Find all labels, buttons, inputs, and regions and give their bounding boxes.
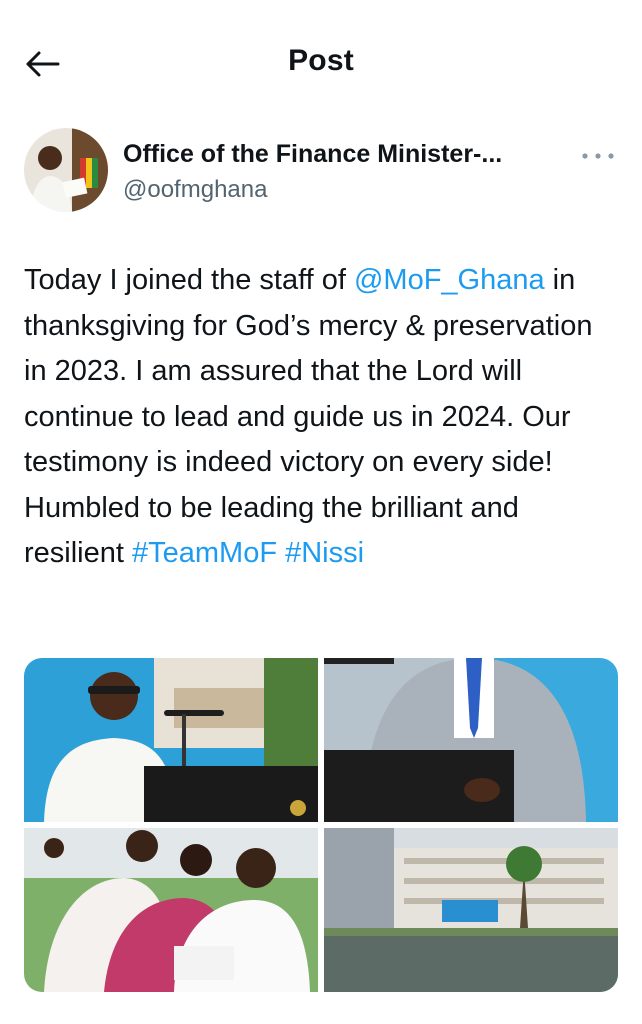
tweet-text: Today I joined the staff of @MoF_Ghana i… bbox=[24, 258, 618, 577]
more-button[interactable] bbox=[578, 144, 618, 168]
tweet-text-space bbox=[277, 537, 285, 569]
media-photo-4[interactable] bbox=[324, 828, 618, 992]
media-photo-2[interactable] bbox=[324, 658, 618, 822]
avatar[interactable] bbox=[24, 128, 108, 212]
hashtag-link[interactable]: #TeamMoF bbox=[132, 537, 277, 569]
tweet-text-part: Today I joined the staff of bbox=[24, 264, 354, 296]
mention-link[interactable]: @MoF_Ghana bbox=[354, 264, 545, 296]
media-photo-1[interactable] bbox=[24, 658, 318, 822]
more-horizontal-icon bbox=[582, 153, 614, 159]
author-handle[interactable]: @oofmghana bbox=[123, 176, 267, 204]
media-photo-3[interactable] bbox=[24, 828, 318, 992]
page-title: Post bbox=[288, 44, 354, 77]
media-grid bbox=[24, 658, 618, 992]
top-bar: Post bbox=[0, 0, 642, 120]
tweet-author: Office of the Finance Minister-... @oofm… bbox=[24, 128, 618, 218]
hashtag-link[interactable]: #Nissi bbox=[285, 537, 364, 569]
author-name[interactable]: Office of the Finance Minister-... bbox=[123, 140, 502, 169]
tweet-text-part: in thanksgiving for God’s mercy & preser… bbox=[24, 264, 593, 569]
